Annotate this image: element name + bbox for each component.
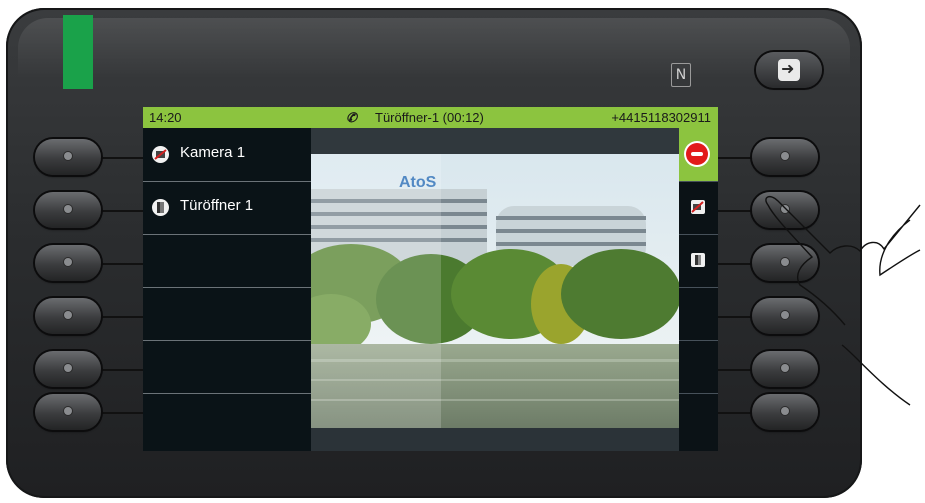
phone-display: 14:20 ✆ Türöffner-1 (00:12) +44151183029… xyxy=(143,107,718,451)
key-connector xyxy=(100,412,145,414)
door-icon xyxy=(691,253,705,267)
key-dot xyxy=(64,364,72,372)
list-item-label: Kamera 1 xyxy=(180,144,246,161)
key-connector xyxy=(100,210,145,212)
key-dot xyxy=(64,258,72,266)
hang-up-button[interactable] xyxy=(679,128,718,182)
key-dot xyxy=(64,205,72,213)
logout-arrow-icon xyxy=(778,59,800,81)
action-slot[interactable] xyxy=(679,287,718,341)
key-dot xyxy=(64,311,72,319)
hang-up-icon xyxy=(686,143,708,165)
left-key-4[interactable] xyxy=(35,298,101,334)
call-info: Türöffner-1 (00:12) xyxy=(375,110,484,125)
status-led xyxy=(63,15,93,89)
list-item-kamera[interactable]: Kamera 1 xyxy=(143,128,311,182)
key-connector xyxy=(716,263,754,265)
key-connector xyxy=(100,157,145,159)
right-key-1[interactable] xyxy=(752,139,818,175)
left-key-5[interactable] xyxy=(35,351,101,387)
camera-off-icon xyxy=(691,200,705,214)
function-list: Kamera 1 Türöffner 1 xyxy=(143,128,311,451)
left-key-3[interactable] xyxy=(35,245,101,281)
video-footer xyxy=(311,428,679,451)
key-dot xyxy=(781,152,789,160)
left-key-2[interactable] xyxy=(35,192,101,228)
caller-number: +4415118302911 xyxy=(611,110,711,125)
key-connector xyxy=(100,263,145,265)
key-connector xyxy=(100,316,145,318)
list-item-tueroeffner[interactable]: Türöffner 1 xyxy=(143,181,311,235)
list-item[interactable] xyxy=(143,287,311,341)
camera-feed: AtoS xyxy=(311,154,679,428)
left-key-6[interactable] xyxy=(35,394,101,430)
key-connector xyxy=(716,316,754,318)
video-panel: AtoS xyxy=(311,128,679,451)
camera-image: AtoS xyxy=(311,154,679,428)
action-slot[interactable] xyxy=(679,340,718,394)
list-item[interactable] xyxy=(143,393,311,446)
nfc-icon: N xyxy=(671,63,691,87)
key-dot xyxy=(64,152,72,160)
clock: 14:20 xyxy=(149,110,182,125)
action-slot[interactable] xyxy=(679,393,718,446)
camera-off-icon xyxy=(152,146,169,163)
key-dot xyxy=(64,407,72,415)
status-bar: 14:20 ✆ Türöffner-1 (00:12) +44151183029… xyxy=(143,107,718,128)
key-connector xyxy=(716,412,754,414)
pointing-hand-illustration xyxy=(765,195,921,406)
camera-off-button[interactable] xyxy=(679,181,718,235)
logout-button[interactable] xyxy=(756,52,822,88)
phone-ringing-icon: ✆ xyxy=(346,110,357,125)
key-connector xyxy=(100,369,145,371)
door-open-button[interactable] xyxy=(679,234,718,288)
list-item[interactable] xyxy=(143,340,311,394)
action-bar xyxy=(679,128,718,451)
list-item[interactable] xyxy=(143,234,311,288)
key-connector xyxy=(716,369,754,371)
key-connector xyxy=(716,210,754,212)
left-key-1[interactable] xyxy=(35,139,101,175)
key-connector xyxy=(716,157,754,159)
door-icon xyxy=(152,199,169,216)
list-item-label: Türöffner 1 xyxy=(180,197,254,214)
